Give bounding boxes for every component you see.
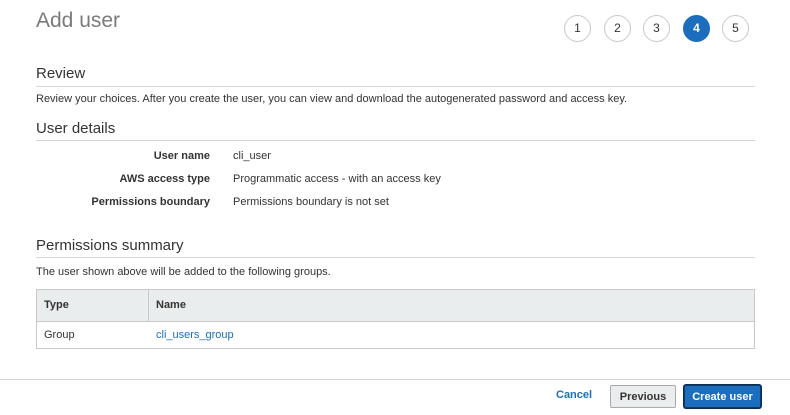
aws-access-type-value: Programmatic access - with an access key — [233, 173, 441, 185]
page-title: Add user — [36, 9, 121, 32]
permissions-summary-heading: Permissions summary — [36, 237, 184, 254]
groups-table: Type Name Group cli_users_group — [36, 289, 755, 349]
user-name-label: User name — [153, 150, 210, 162]
review-divider — [36, 86, 755, 87]
footer-divider — [0, 379, 790, 380]
wizard-step-5[interactable]: 5 — [722, 15, 749, 42]
permissions-boundary-label: Permissions boundary — [91, 196, 210, 208]
review-description: Review your choices. After you create th… — [36, 93, 628, 105]
cancel-button[interactable]: Cancel — [556, 389, 592, 401]
aws-access-type-label: AWS access type — [119, 173, 211, 185]
review-heading: Review — [36, 65, 86, 82]
permissions-divider — [36, 257, 755, 258]
wizard-step-3[interactable]: 3 — [643, 15, 670, 42]
create-user-button[interactable]: Create user — [684, 385, 761, 408]
user-name-value: cli_user — [233, 150, 271, 162]
user-details-heading: User details — [36, 120, 116, 137]
table-row: Group cli_users_group — [37, 322, 754, 349]
column-header-name[interactable]: Name — [149, 290, 186, 321]
group-name-link[interactable]: cli_users_group — [149, 322, 234, 348]
row-type: Group — [44, 329, 75, 341]
permissions-description: The user shown above will be added to th… — [36, 266, 331, 278]
wizard-step-4: 4 — [683, 15, 710, 42]
user-details-divider — [36, 140, 755, 141]
column-header-type[interactable]: Type — [37, 290, 149, 321]
table-header: Type Name — [37, 290, 754, 322]
wizard-step-1[interactable]: 1 — [564, 15, 591, 42]
wizard-step-2[interactable]: 2 — [604, 15, 631, 42]
previous-button[interactable]: Previous — [610, 385, 676, 408]
permissions-boundary-value: Permissions boundary is not set — [233, 196, 389, 208]
